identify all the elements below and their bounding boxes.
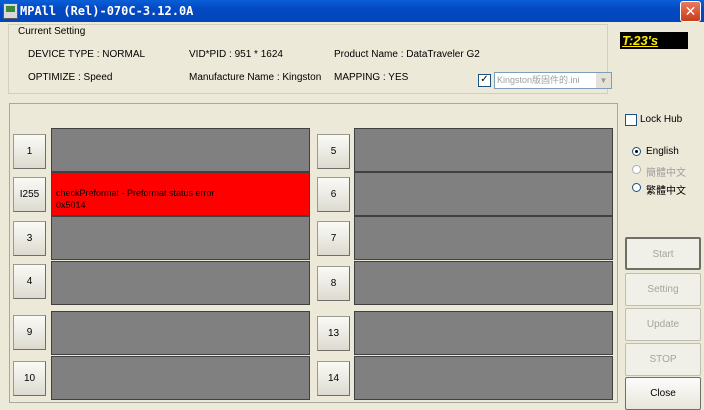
port-button[interactable]: 8 (317, 266, 350, 301)
current-setting-legend: Current Setting (16, 26, 88, 37)
update-button[interactable]: Update (625, 308, 701, 341)
port-status-bar (354, 356, 613, 400)
mapping-text: MAPPING : YES (334, 72, 409, 83)
port-button[interactable]: 6 (317, 177, 350, 212)
stop-button[interactable]: STOP (625, 343, 701, 376)
language-simplified-chinese-label: 簡體中文 (646, 168, 686, 179)
port-button[interactable]: 7 (317, 221, 350, 256)
manufacture-name-text: Manufacture Name : Kingston (189, 72, 322, 83)
lock-hub-checkbox[interactable] (625, 114, 637, 126)
port-status-bar (354, 172, 613, 216)
port-status-code: 0x5014 (56, 200, 86, 210)
port-button[interactable]: 5 (317, 134, 350, 169)
language-traditional-chinese-radio[interactable] (632, 183, 641, 192)
vid-pid-text: VID*PID : 951 * 1624 (189, 49, 283, 60)
port-status-bar: checkPreformat - Preformat status error 0… (51, 172, 310, 216)
elapsed-timer: T:23's (620, 32, 688, 49)
port-status-bar (51, 216, 310, 260)
port-status-bar (51, 311, 310, 355)
language-simplified-chinese-radio (632, 165, 641, 174)
port-status-bar (51, 261, 310, 305)
port-button[interactable]: 4 (13, 264, 46, 299)
port-status-bar (51, 356, 310, 400)
product-name-text: Product Name : DataTraveler G2 (334, 49, 480, 60)
port-status-bar (354, 261, 613, 305)
port-button[interactable]: 1 (13, 134, 46, 169)
ini-file-select[interactable]: Kingston版固件的.ini ▼ (494, 72, 612, 89)
lock-hub-label: Lock Hub (640, 114, 683, 125)
optimize-text: OPTIMIZE : Speed (28, 72, 113, 83)
title-bar: MPAll (Rel)-070C-3.12.0A ✕ (0, 0, 704, 22)
language-english-radio[interactable] (632, 147, 641, 156)
language-english-label: English (646, 146, 679, 157)
port-button[interactable]: I255 (13, 177, 46, 212)
ini-file-value: Kingston版固件的.ini (497, 75, 580, 85)
start-button[interactable]: Start (625, 237, 701, 270)
port-button[interactable]: 10 (13, 361, 46, 396)
port-button[interactable]: 13 (317, 316, 350, 351)
close-button[interactable]: Close (625, 377, 701, 410)
app-icon (3, 3, 18, 19)
device-type-text: DEVICE TYPE : NORMAL (28, 49, 146, 60)
port-button[interactable]: 9 (13, 315, 46, 350)
port-status-bar (51, 128, 310, 172)
port-status-bar (354, 128, 613, 172)
window-title: MPAll (Rel)-070C-3.12.0A (20, 4, 194, 18)
language-traditional-chinese-label: 繁體中文 (646, 186, 686, 197)
chevron-down-icon: ▼ (596, 73, 611, 88)
port-button[interactable]: 3 (13, 221, 46, 256)
port-status-text: checkPreformat - Preformat status error (56, 188, 215, 198)
ini-file-checkbox[interactable]: ✓ (478, 74, 491, 87)
port-status-bar (354, 311, 613, 355)
port-button[interactable]: 14 (317, 361, 350, 396)
setting-button[interactable]: Setting (625, 273, 701, 306)
close-window-button[interactable]: ✕ (680, 1, 701, 22)
port-status-bar (354, 216, 613, 260)
